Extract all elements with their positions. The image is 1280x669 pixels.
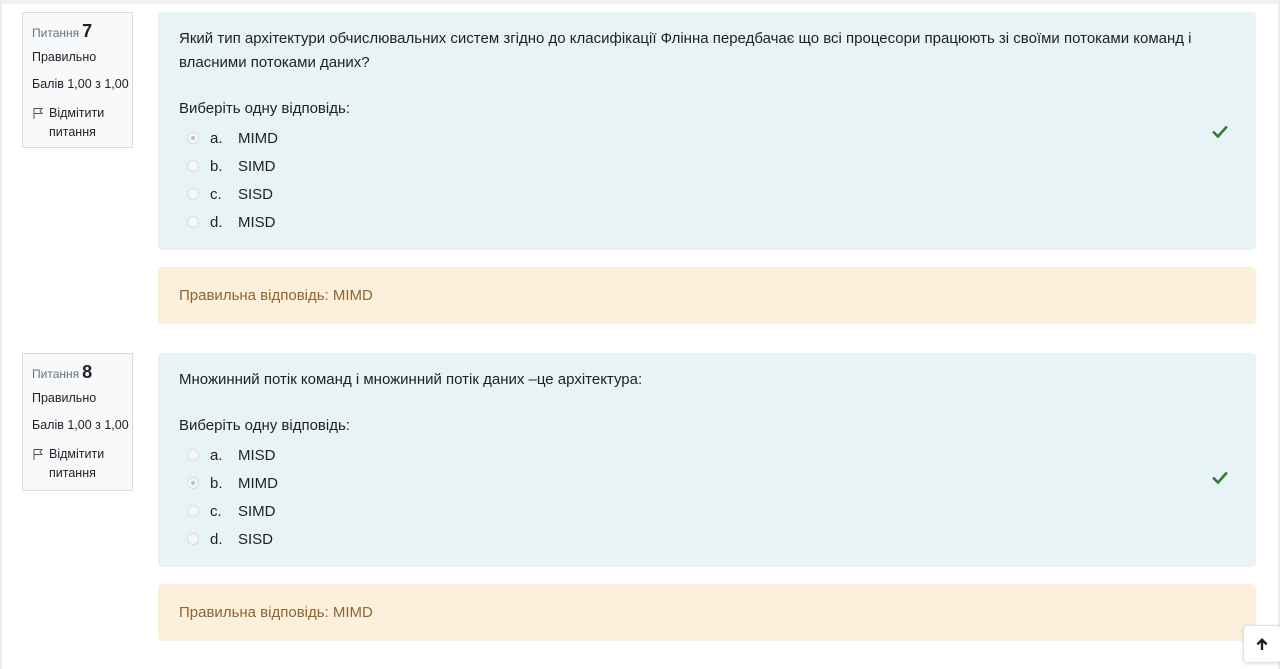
radio-button[interactable] (187, 477, 199, 489)
radio-button[interactable] (187, 533, 199, 545)
option-letter: b. (210, 157, 223, 175)
flag-question-link[interactable]: Відмітити питання (32, 445, 132, 483)
option-letter: a. (210, 446, 223, 464)
answer-prompt: Виберіть одну відповідь: (179, 417, 350, 434)
question-formulation-8: Множинний потік команд і множинний потік… (158, 353, 1256, 567)
answer-option-d[interactable]: d. MISD (179, 208, 1235, 236)
option-text: MISD (238, 213, 276, 231)
flag-icon (33, 108, 44, 119)
question-grade: Балів 1,00 з 1,00 (32, 77, 129, 91)
flag-icon (33, 449, 44, 460)
flag-label: Відмітити питання (49, 106, 105, 139)
question-formulation-7: Який тип архітектури обчислювальних сист… (158, 12, 1256, 250)
option-text: MIMD (238, 129, 278, 147)
answer-option-d[interactable]: d. SISD (179, 525, 1235, 553)
answer-option-b[interactable]: b. SIMD (179, 152, 1235, 180)
question-grade: Балів 1,00 з 1,00 (32, 418, 129, 432)
answer-prompt: Виберіть одну відповідь: (179, 100, 350, 117)
arrow-up-icon (1256, 638, 1268, 650)
question-state: Правильно (32, 50, 97, 64)
option-letter: c. (210, 185, 222, 203)
option-text: SISD (238, 185, 274, 203)
option-letter: d. (210, 530, 223, 548)
answer-list: a. MIMD b. SIMD c. SISD d. MISD (179, 124, 1235, 236)
check-icon (1212, 471, 1228, 485)
option-text: SIMD (238, 502, 276, 520)
question-text: Який тип архітектури обчислювальних сист… (179, 30, 1192, 71)
option-text: MIMD (238, 474, 278, 492)
correct-answer-feedback-7: Правильна відповідь: MIMD (158, 267, 1256, 324)
radio-button[interactable] (187, 505, 199, 517)
radio-button[interactable] (187, 449, 199, 461)
flag-label: Відмітити питання (49, 447, 105, 480)
option-letter: d. (210, 213, 223, 231)
option-letter: a. (210, 129, 223, 147)
radio-button[interactable] (187, 216, 199, 228)
option-letter: b. (210, 474, 223, 492)
question-number: Питання 7 (32, 21, 93, 41)
page-top-border (0, 0, 1280, 4)
radio-button[interactable] (187, 160, 199, 172)
option-text: SIMD (238, 157, 276, 175)
answer-option-c[interactable]: c. SIMD (179, 497, 1235, 525)
answer-option-b[interactable]: b. MIMD (179, 469, 1235, 497)
answer-list: a. MISD b. MIMD c. SIMD d. SISD (179, 441, 1235, 553)
question-info-8: Питання 8 Правильно Балів 1,00 з 1,00 Від… (22, 353, 133, 491)
answer-option-a[interactable]: a. MIMD (179, 124, 1235, 152)
correct-answer-feedback-8: Правильна відповідь: MIMD (158, 584, 1256, 641)
question-text: Множинний потік команд і множинний потік… (179, 371, 643, 388)
question-info-7: Питання 7 Правильно Балів 1,00 з 1,00 Від… (22, 12, 133, 148)
question-number: Питання 8 (32, 362, 93, 382)
flag-question-link[interactable]: Відмітити питання (32, 104, 132, 142)
option-letter: c. (210, 502, 222, 520)
answer-option-c[interactable]: c. SISD (179, 180, 1235, 208)
check-icon (1212, 125, 1228, 139)
option-text: MISD (238, 446, 276, 464)
radio-button[interactable] (187, 188, 199, 200)
back-to-top-button[interactable] (1243, 625, 1280, 663)
radio-button[interactable] (187, 132, 199, 144)
option-text: SISD (238, 530, 274, 548)
page-left-border (0, 0, 2, 669)
answer-option-a[interactable]: a. MISD (179, 441, 1235, 469)
question-state: Правильно (32, 391, 97, 405)
